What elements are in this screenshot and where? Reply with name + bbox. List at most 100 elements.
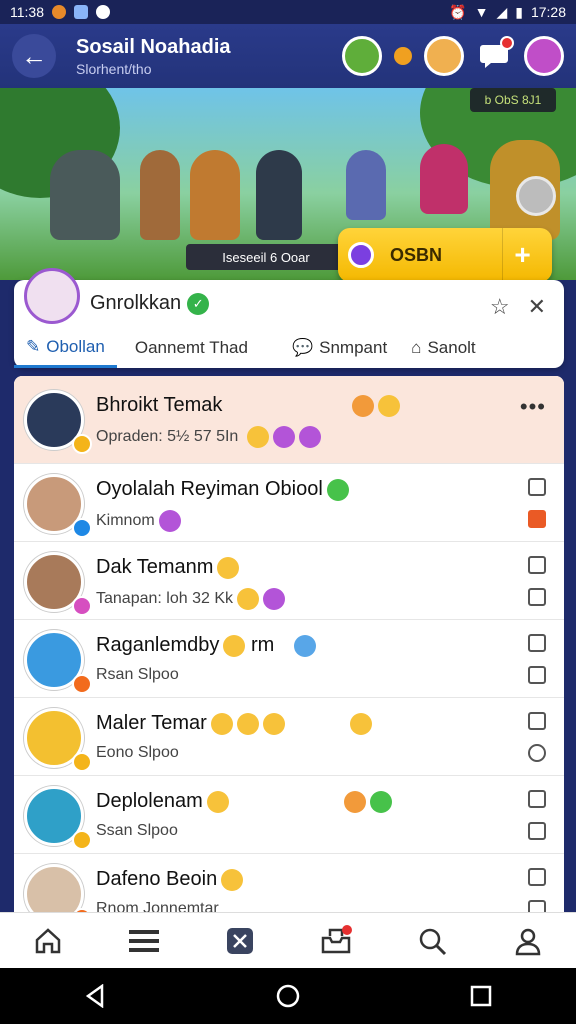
pin-icon[interactable]: ☆ bbox=[490, 294, 510, 320]
status-time-left: 11:38 bbox=[10, 4, 44, 20]
emoji-icon bbox=[370, 790, 393, 813]
character-figure bbox=[50, 150, 120, 240]
close-icon[interactable]: ✕ bbox=[528, 294, 546, 320]
game-icon bbox=[227, 927, 253, 954]
row-actions bbox=[528, 556, 546, 606]
recents-square-icon[interactable] bbox=[470, 985, 492, 1007]
back-triangle-icon[interactable] bbox=[84, 984, 106, 1008]
status-badge bbox=[72, 518, 92, 538]
tab-obollan[interactable]: ✎ Obollan bbox=[14, 328, 117, 368]
back-button[interactable]: ← bbox=[12, 34, 56, 78]
nav-list-button[interactable] bbox=[122, 919, 166, 963]
contact-name-row: Deplolenam bbox=[96, 790, 393, 813]
checkbox-icon[interactable] bbox=[528, 712, 546, 730]
row-actions bbox=[528, 790, 546, 840]
character-figure bbox=[420, 144, 468, 214]
contact-subtitle: Opraden: 5½ 57 5In bbox=[96, 428, 239, 446]
banner-settings-button[interactable] bbox=[516, 176, 556, 216]
tab-oannemt[interactable]: Oannemt Thad bbox=[123, 328, 260, 368]
home-icon bbox=[35, 927, 61, 953]
emoji-icon bbox=[298, 426, 321, 448]
emoji-icon bbox=[351, 394, 374, 417]
emoji-icon bbox=[344, 790, 367, 813]
contact-subtitle-row: Tanapan: loh 32 Kk bbox=[96, 588, 285, 610]
list-item[interactable]: Oyolalah Reyiman Obiool Kimnom bbox=[14, 464, 564, 542]
back-arrow-icon: ← bbox=[21, 40, 47, 71]
profile-avatar[interactable] bbox=[24, 268, 80, 324]
tab-label: Sanolt bbox=[427, 338, 476, 357]
checkbox-icon[interactable] bbox=[528, 634, 546, 652]
nav-inbox-button[interactable] bbox=[314, 919, 358, 963]
contact-name: Raganlemdby bbox=[96, 634, 220, 656]
emoji-icon bbox=[158, 510, 181, 532]
notification-dot bbox=[500, 36, 514, 50]
friend-avatar[interactable] bbox=[342, 36, 382, 76]
alarm-icon: ⏰ bbox=[449, 3, 467, 20]
app-notification-icon bbox=[52, 5, 66, 19]
currency-button[interactable]: OSBN + bbox=[338, 228, 552, 282]
avatar bbox=[24, 864, 84, 916]
home-circle-icon[interactable] bbox=[275, 983, 301, 1009]
battery-icon: ▮ bbox=[515, 3, 523, 20]
profile-card: Gnrolkkan ✓ ☆ ✕ ✎ Obollan Oannemt Thad 💬 … bbox=[14, 268, 564, 368]
coin-icon[interactable] bbox=[528, 744, 546, 762]
checkbox-icon[interactable] bbox=[528, 868, 546, 886]
contact-name: Maler Temar bbox=[96, 712, 207, 734]
list-item[interactable]: Dak Temanm Tanapan: loh 32 Kk bbox=[14, 542, 564, 620]
emoji-icon bbox=[217, 556, 240, 579]
list-item[interactable]: Maler Temar Eono Slpoo bbox=[14, 698, 564, 776]
document-icon[interactable] bbox=[528, 822, 546, 840]
banner-label: Iseseeil 6 Ooar bbox=[186, 244, 346, 270]
checkbox-icon[interactable] bbox=[528, 556, 546, 574]
contact-name-row: Dafeno Beoin bbox=[96, 868, 244, 891]
emoji-icon bbox=[210, 712, 233, 735]
contact-subtitle: Rsan Slpoo bbox=[96, 666, 179, 683]
row-actions bbox=[528, 868, 546, 916]
user-avatar[interactable] bbox=[524, 36, 564, 76]
character-figure bbox=[140, 150, 180, 240]
list-item[interactable]: Dafeno Beoin Rnom Jonnemtar bbox=[14, 854, 564, 916]
contact-subtitle: Kimnom bbox=[96, 512, 155, 530]
row-actions bbox=[528, 712, 546, 762]
search-icon bbox=[419, 928, 447, 955]
chat-button[interactable] bbox=[476, 36, 514, 74]
remove-icon[interactable] bbox=[528, 510, 546, 528]
gem-icon bbox=[348, 242, 374, 268]
friend-avatar[interactable] bbox=[424, 36, 464, 76]
banner-tag: b ObS 8J1 bbox=[470, 88, 556, 112]
row-actions bbox=[528, 478, 546, 528]
status-bar: 11:38 ⏰ ▼ ◢ ▮ 17:28 bbox=[0, 0, 576, 24]
header-actions bbox=[342, 36, 564, 76]
checkbox-icon[interactable] bbox=[528, 790, 546, 808]
emoji-icon bbox=[377, 394, 400, 417]
shield-notification-icon bbox=[96, 5, 110, 19]
status-badge bbox=[72, 674, 92, 694]
list-item[interactable]: Raganlemdby rm Rsan Slpoo bbox=[14, 620, 564, 698]
status-badge bbox=[72, 596, 92, 616]
clock-icon[interactable] bbox=[528, 588, 546, 606]
character-figure bbox=[190, 150, 240, 240]
list-item[interactable]: Deplolenam Ssan Slpoo bbox=[14, 776, 564, 854]
emoji-icon bbox=[272, 426, 295, 448]
status-time-right: 17:28 bbox=[530, 4, 566, 20]
list-item[interactable]: Bhroikt Temak Opraden: 5½ 57 5In ••• bbox=[14, 376, 564, 464]
contact-name: Dak Temanm bbox=[96, 556, 214, 578]
calendar-icon[interactable] bbox=[528, 666, 546, 684]
tab-snmpant[interactable]: 💬 Snmpant bbox=[280, 328, 399, 368]
card-actions: ☆ ✕ bbox=[490, 294, 546, 320]
checkbox-icon[interactable] bbox=[528, 478, 546, 496]
nav-home-button[interactable] bbox=[26, 919, 70, 963]
more-options-button[interactable]: ••• bbox=[520, 394, 546, 420]
add-currency-button[interactable]: + bbox=[502, 228, 542, 282]
emoji-icon bbox=[326, 478, 349, 501]
contact-name-row: Oyolalah Reyiman Obiool bbox=[96, 478, 349, 501]
emoji-icon bbox=[206, 790, 229, 813]
nav-game-button[interactable] bbox=[218, 919, 262, 963]
profile-tabs: ✎ Obollan Oannemt Thad 💬 Snmpant ⌂ Sanol… bbox=[14, 328, 564, 368]
nav-profile-button[interactable] bbox=[506, 919, 550, 963]
nav-search-button[interactable] bbox=[410, 919, 454, 963]
contact-list: Bhroikt Temak Opraden: 5½ 57 5In ••• Oyo… bbox=[14, 376, 564, 916]
tab-sanolt[interactable]: ⌂ Sanolt bbox=[399, 328, 487, 368]
page-title: Sosail Noahadia bbox=[76, 35, 231, 58]
contact-name-row: Maler Temar bbox=[96, 712, 373, 735]
